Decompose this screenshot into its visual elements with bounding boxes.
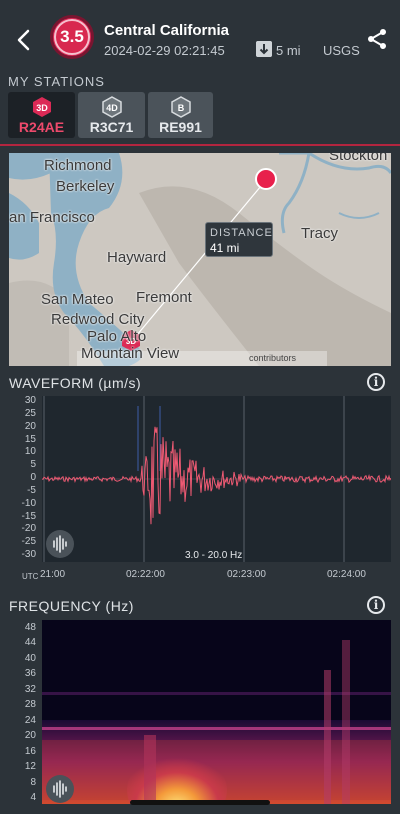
station-r3c71[interactable]: 4D R3C71 [78, 92, 145, 138]
sound-wave-icon [53, 780, 67, 798]
freq-y-tick: 36 [24, 668, 36, 680]
freq-y-tick: 48 [24, 622, 36, 633]
event-title: Central California [104, 22, 230, 39]
home-indicator[interactable] [130, 800, 270, 805]
x-tick-2: 02:23:00 [227, 569, 266, 580]
wave-y-tick: -5 [27, 484, 36, 496]
frequency-info-icon[interactable]: i [367, 596, 385, 614]
freq-y-tick: 24 [24, 714, 36, 726]
station-code: RE991 [159, 119, 202, 135]
stations-label: MY STATIONS [8, 74, 105, 89]
sound-wave-icon [53, 535, 67, 553]
freq-y-tick: 28 [24, 699, 36, 711]
station-badge-text: 4D [106, 103, 118, 113]
station-hexagon-icon: 4D [101, 96, 122, 118]
map-label-stockton: Stockton [329, 153, 388, 164]
station-code: R24AE [18, 119, 65, 135]
freq-y-tick: 40 [24, 652, 36, 664]
magnitude-value: 3.5 [54, 19, 90, 55]
wave-y-tick: -30 [21, 549, 36, 560]
wave-y-tick: 0 [30, 472, 36, 483]
map-label-sanfrancisco: an Francisco [9, 209, 95, 226]
wave-y-tick: -10 [21, 497, 36, 509]
event-depth: 5 mi [276, 43, 301, 58]
wave-y-tick: -25 [21, 536, 36, 548]
audio-waveform-button[interactable] [46, 530, 74, 558]
distance-map[interactable]: 3D Stockton Richmond Berkeley an Francis… [9, 153, 391, 366]
distance-tooltip: DISTANCE 41 mi [205, 222, 273, 257]
audio-spectrogram-button[interactable] [46, 775, 74, 803]
wave-y-tick: 30 [24, 395, 36, 406]
event-datetime: 2024-02-29 02:21:45 [104, 43, 225, 58]
spectrogram-image [42, 620, 391, 804]
distance-label: DISTANCE [210, 227, 273, 239]
map-label-berkeley: Berkeley [56, 178, 115, 195]
freq-y-tick: 20 [24, 730, 36, 742]
x-tick-1: 02:22:00 [126, 569, 165, 580]
map-label-paloalto: Palo Alto [87, 328, 147, 345]
x-tick-3: 02:24:00 [327, 569, 366, 580]
waveform-title: WAVEFORM (µm/s) [9, 375, 142, 391]
wave-y-tick: 20 [24, 420, 36, 432]
wave-y-tick: -20 [21, 523, 36, 535]
freq-y-tick: 8 [30, 776, 36, 788]
waveform-trace [42, 396, 391, 562]
wave-y-tick: 10 [24, 446, 36, 458]
waveform-signal [42, 426, 391, 525]
wave-y-tick: 25 [24, 407, 36, 419]
station-hexagon-icon: 3D [32, 97, 51, 117]
station-hexagon-icon: B [170, 96, 191, 118]
map-attribution[interactable]: contributors [249, 353, 296, 363]
map-label-redwoodcity: Redwood City [51, 311, 145, 328]
freq-y-tick: 16 [24, 745, 36, 757]
depth-arrow-icon [256, 41, 272, 57]
freq-y-tick: 4 [30, 792, 36, 803]
map-label-tracy: Tracy [301, 225, 338, 242]
back-arrow-icon[interactable] [14, 28, 34, 52]
wave-y-tick: 15 [24, 433, 36, 445]
map-label-fremont: Fremont [136, 289, 192, 306]
freq-y-tick: 32 [24, 683, 36, 695]
map-label-sanmateo: San Mateo [41, 291, 114, 308]
distance-value: 41 mi [210, 241, 240, 255]
map-label-richmond: Richmond [44, 157, 112, 174]
waveform-plot[interactable] [42, 396, 391, 562]
spectrogram-plot[interactable] [42, 620, 391, 804]
magnitude-badge: 3.5 [50, 15, 94, 59]
waveform-filter-label: 3.0 - 20.0 Hz [185, 550, 243, 561]
x-tick-0: 21:00 [40, 569, 66, 580]
freq-y-tick: 44 [24, 637, 36, 649]
freq-y-tick: 12 [24, 761, 36, 773]
station-badge-text: 3D [36, 103, 48, 113]
map-label-hayward: Hayward [107, 249, 167, 266]
utc-label: UTC [22, 572, 39, 581]
station-re991[interactable]: B RE991 [148, 92, 213, 138]
stations-divider [0, 144, 400, 146]
wave-y-tick: 5 [30, 459, 36, 471]
event-header: 3.5 Central California 2024-02-29 02:21:… [0, 0, 400, 70]
station-r24ae[interactable]: 3D R24AE [8, 92, 75, 138]
station-badge-text: B [177, 103, 184, 113]
map-label-mountainview: Mountain View [81, 345, 180, 362]
frequency-title: FREQUENCY (Hz) [9, 598, 134, 614]
event-source[interactable]: USGS [323, 43, 360, 58]
share-icon[interactable] [366, 28, 388, 50]
station-code: R3C71 [89, 119, 134, 135]
waveform-info-icon[interactable]: i [367, 373, 385, 391]
wave-y-tick: -15 [21, 510, 36, 522]
